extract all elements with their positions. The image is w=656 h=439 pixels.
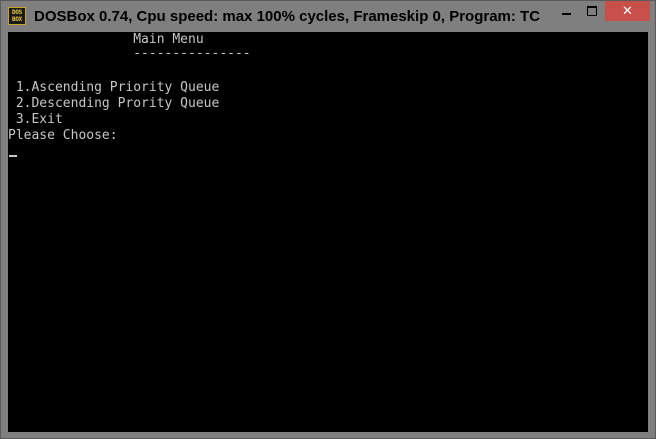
title-bar[interactable]: DOS BOX DOSBox 0.74, Cpu speed: max 100%…: [1, 1, 655, 32]
dos-screen[interactable]: Main Menu --------------- 1.Ascending Pr…: [8, 32, 648, 432]
minimize-button[interactable]: [553, 1, 579, 21]
close-button[interactable]: ✕: [605, 1, 650, 21]
window-title: DOSBox 0.74, Cpu speed: max 100% cycles,…: [34, 8, 541, 25]
maximize-button[interactable]: [579, 1, 605, 21]
screen-line-prompt: Please Choose:: [8, 128, 118, 143]
icon-label-bottom: BOX: [12, 16, 22, 23]
minimize-icon: [561, 13, 571, 15]
text-cursor: [9, 155, 17, 157]
screen-line-underline: ---------------: [8, 46, 251, 61]
screen-line-option-1: 1.Ascending Priority Queue: [8, 80, 220, 95]
screen-line-option-2: 2.Descending Prority Queue: [8, 96, 220, 111]
dosbox-window: DOS BOX DOSBox 0.74, Cpu speed: max 100%…: [0, 0, 656, 439]
icon-label-top: DOS: [12, 9, 22, 16]
close-icon: ✕: [622, 3, 633, 19]
maximize-icon: [587, 6, 597, 16]
dosbox-icon[interactable]: DOS BOX: [8, 7, 26, 25]
screen-line-option-3: 3.Exit: [8, 112, 63, 127]
